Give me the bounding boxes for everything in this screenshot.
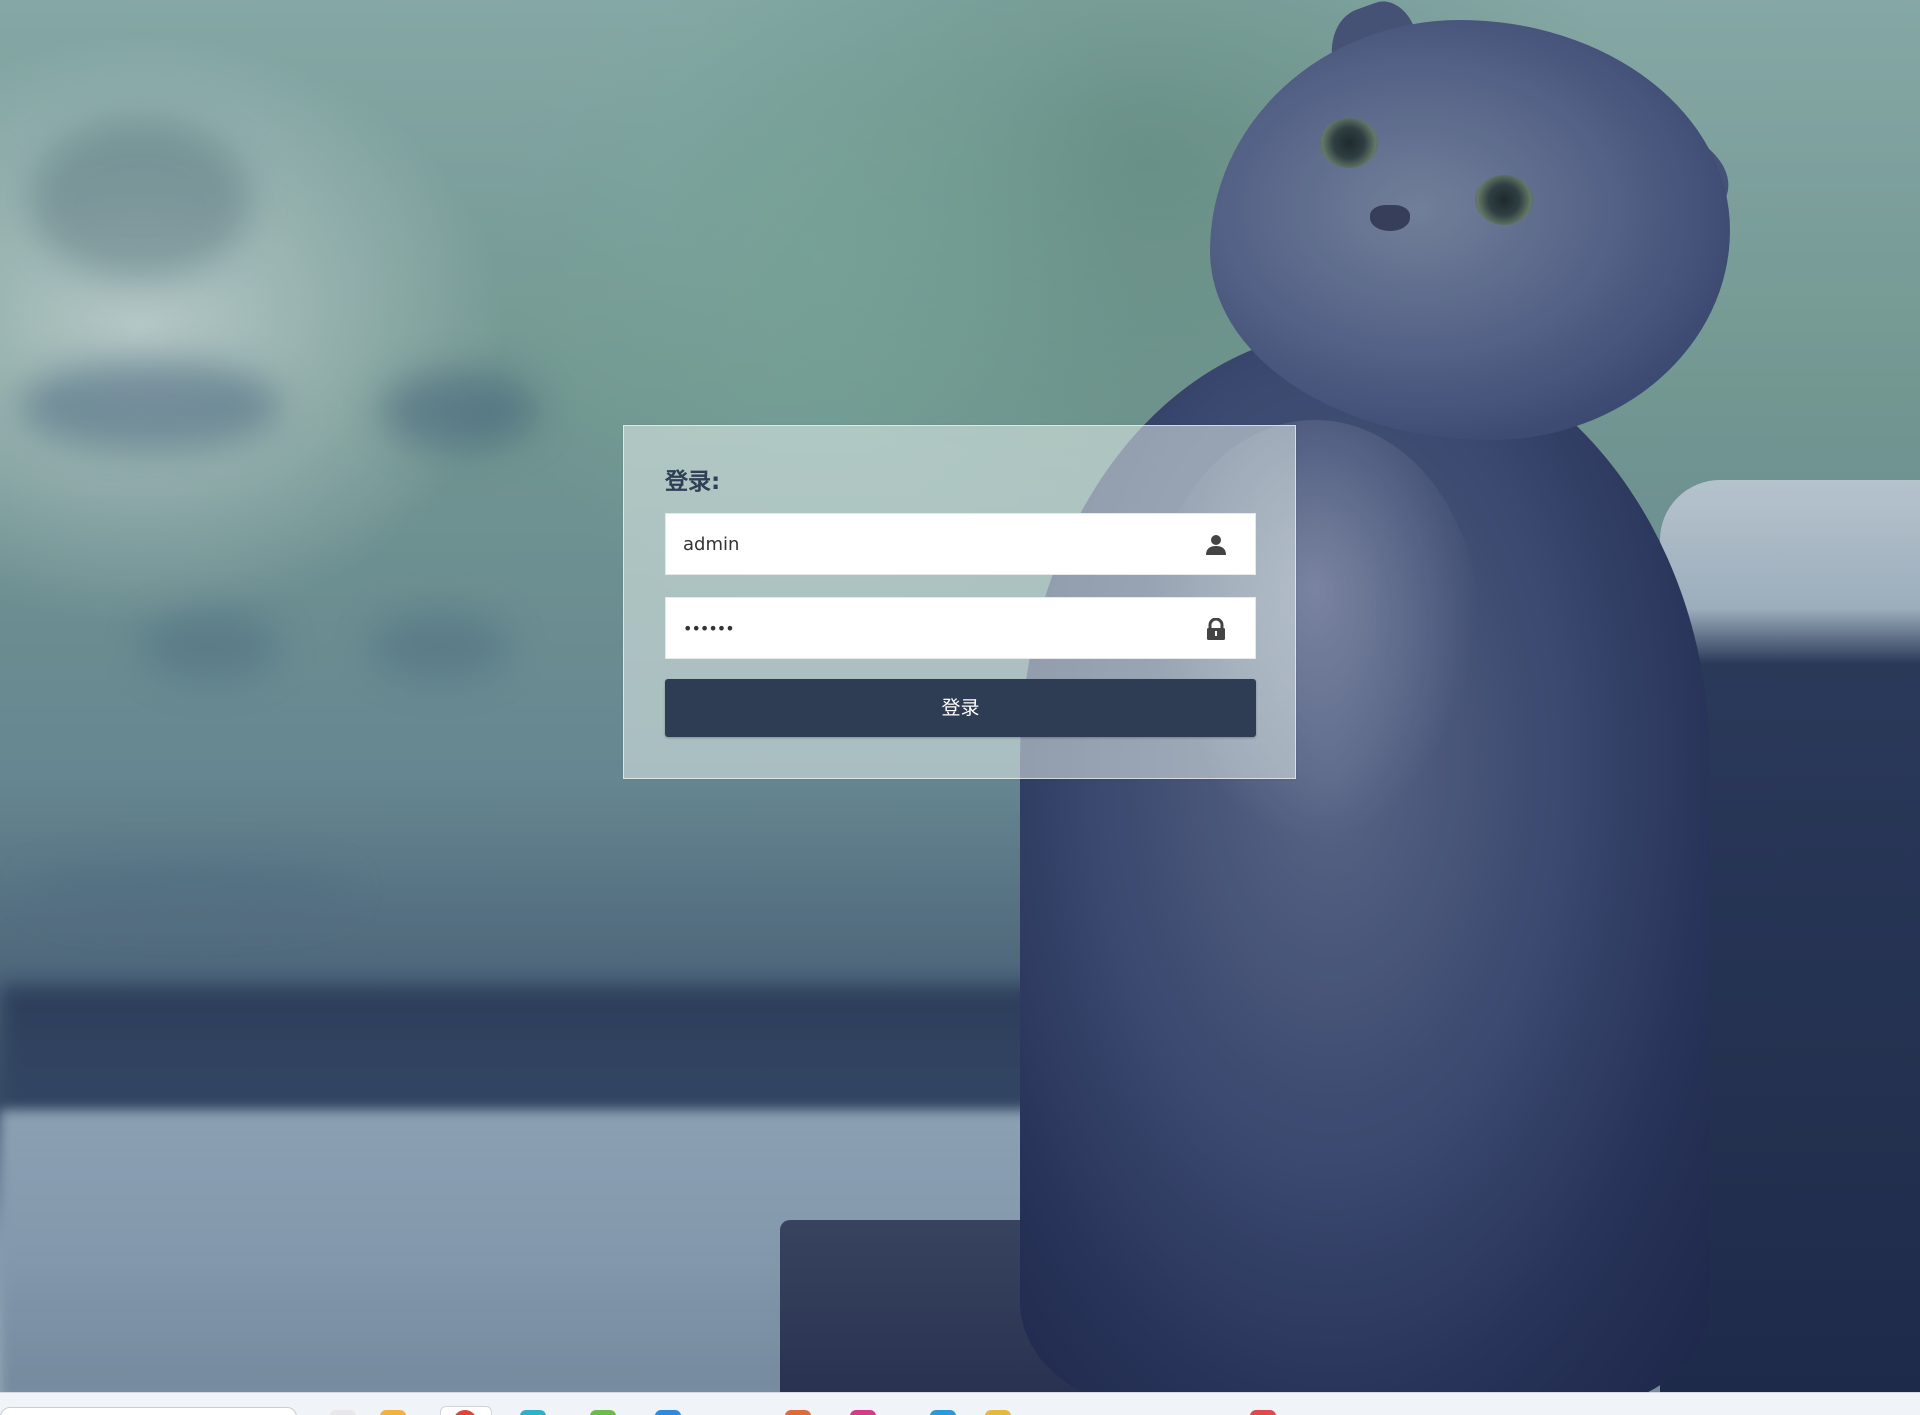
chrome-icon-tab[interactable] [440, 1406, 492, 1415]
login-page: 登录: admin •••••• 登录 [0, 0, 1920, 1415]
login-title: 登录: [665, 469, 721, 495]
app-icon-5[interactable] [590, 1410, 616, 1415]
app-icon-2[interactable] [380, 1410, 406, 1415]
chrome-icon [453, 1410, 477, 1415]
app-icon-4[interactable] [520, 1410, 546, 1415]
user-icon [1205, 534, 1227, 556]
login-panel: 登录: admin •••••• 登录 [623, 425, 1296, 779]
app-icon-7[interactable] [785, 1410, 811, 1415]
app-icon-9[interactable] [930, 1410, 956, 1415]
username-value: admin [683, 534, 740, 555]
app-icon-8[interactable] [850, 1410, 876, 1415]
password-field[interactable]: •••••• [665, 597, 1256, 659]
taskbar-search-box[interactable] [0, 1407, 297, 1415]
taskbar [0, 1392, 1920, 1415]
login-button[interactable]: 登录 [665, 679, 1256, 737]
username-field[interactable]: admin [665, 513, 1256, 575]
lock-icon [1205, 617, 1227, 640]
app-icon-10[interactable] [985, 1410, 1011, 1415]
app-icon-11[interactable] [1250, 1410, 1276, 1415]
password-value: •••••• [683, 619, 735, 638]
app-icon-1[interactable] [330, 1410, 356, 1415]
app-icon-6[interactable] [655, 1410, 681, 1415]
